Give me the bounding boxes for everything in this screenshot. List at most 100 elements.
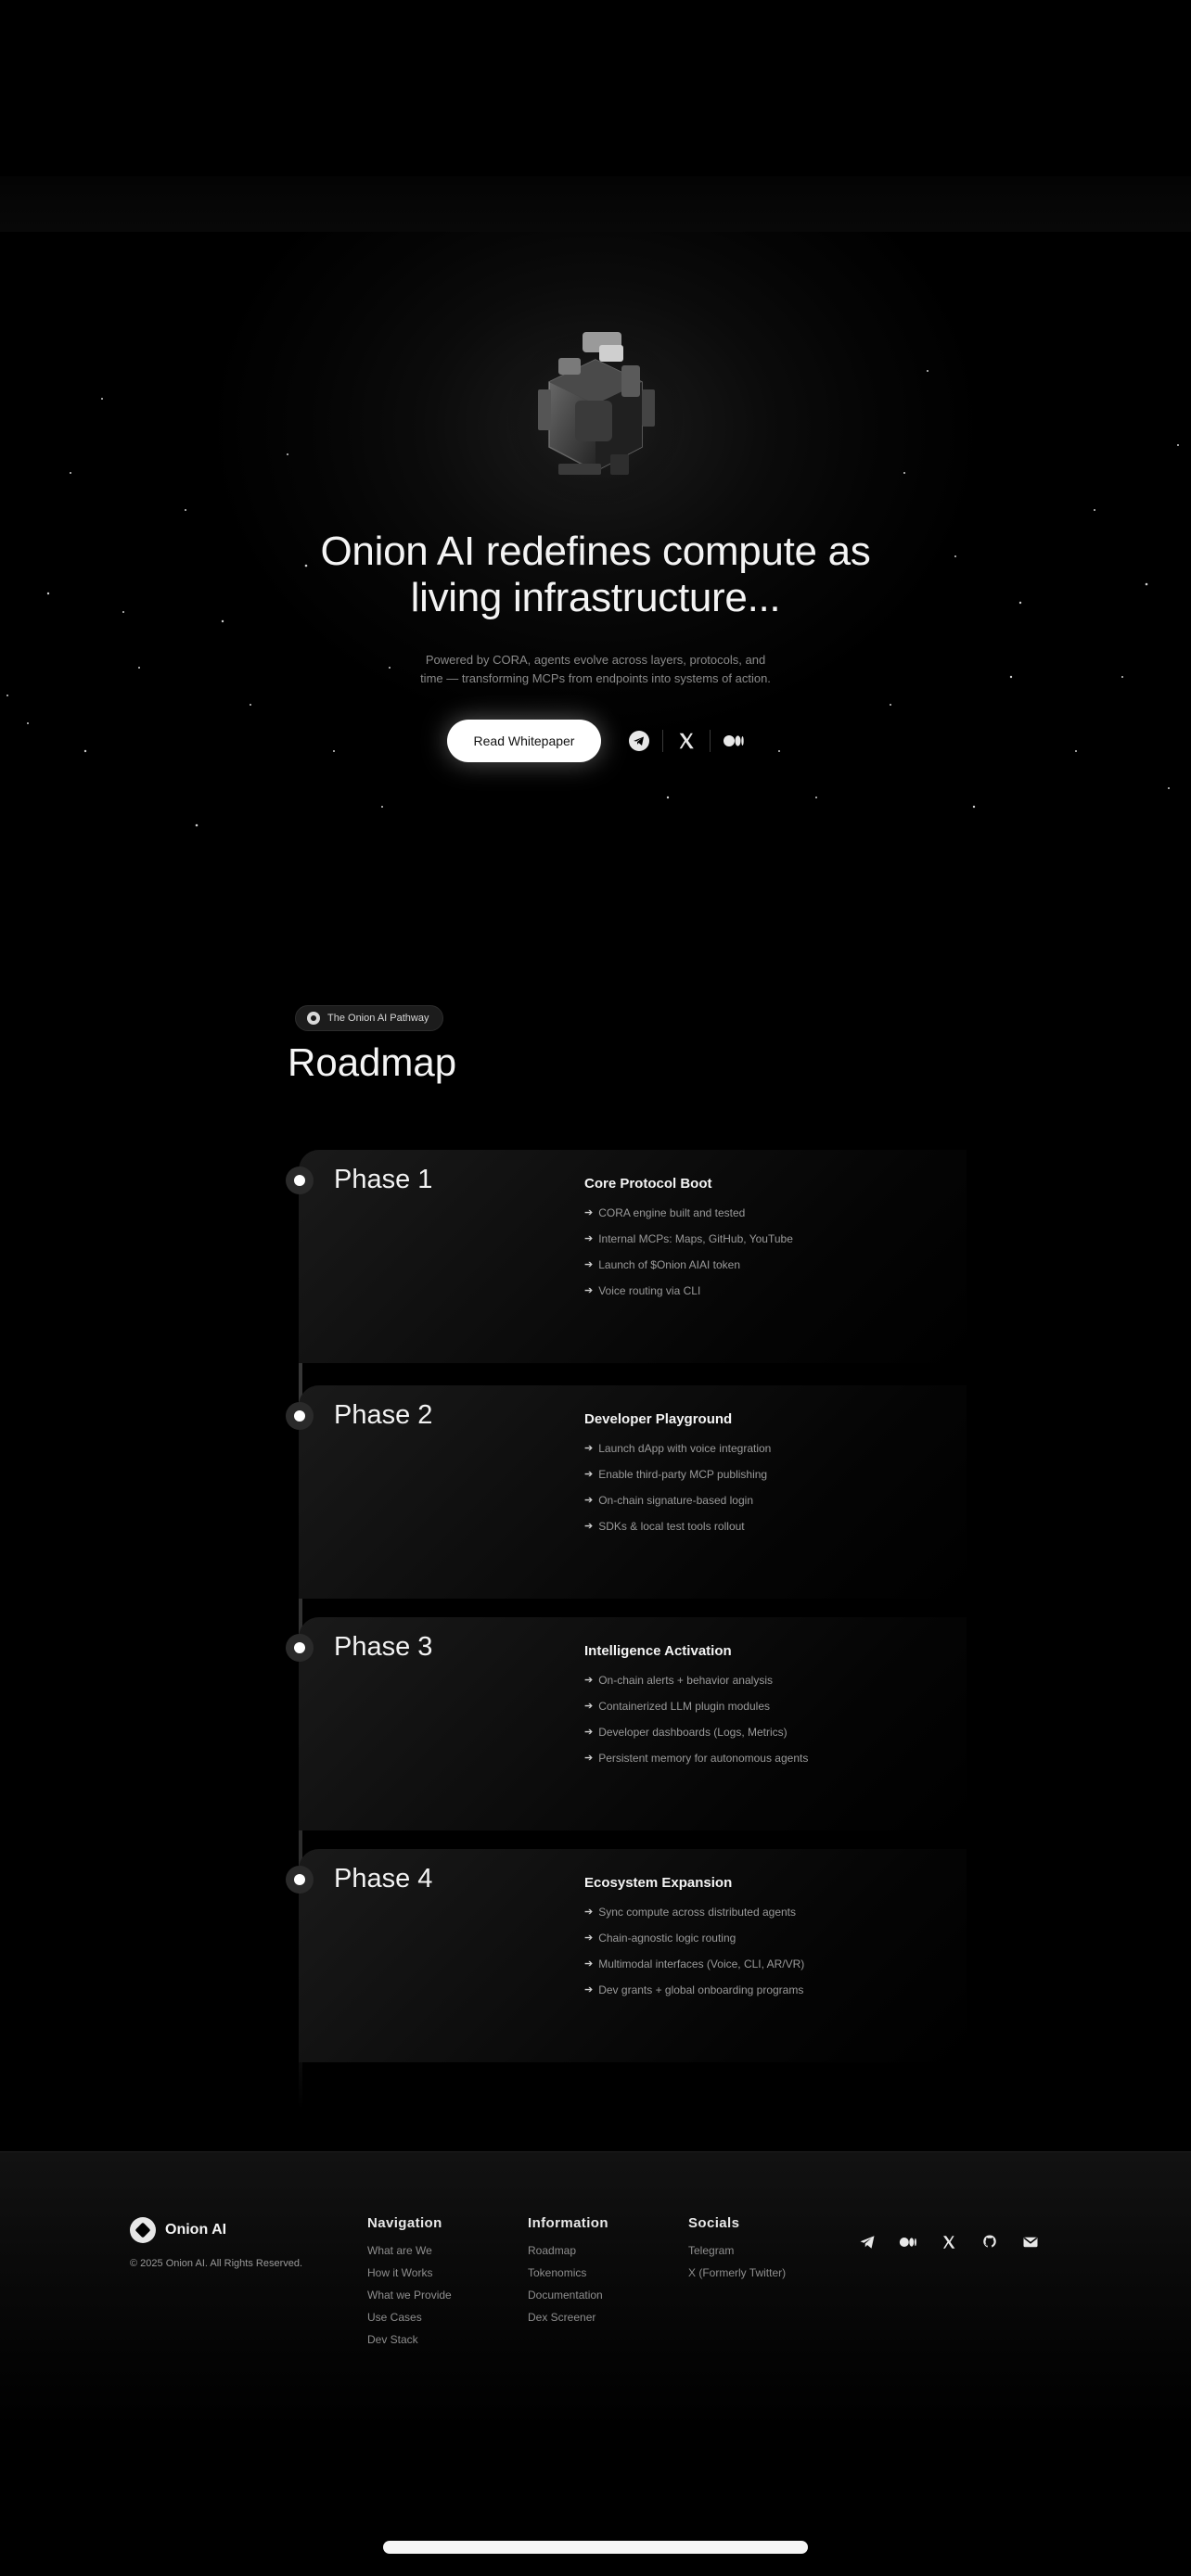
phase-item: ➔ Launch dApp with voice integration — [584, 1439, 771, 1465]
telegram-icon[interactable] — [625, 727, 653, 755]
footer-socials: Socials Telegram X (Formerly Twitter) — [688, 2215, 786, 2289]
phase-name: Phase 4 — [334, 1864, 433, 1894]
phase-items: ➔ Sync compute across distributed agents … — [584, 1903, 804, 2007]
arrow-icon: ➔ — [584, 1932, 594, 1944]
hero-subtitle-line-1: Powered by CORA, agents evolve across la… — [425, 653, 766, 667]
hero-social-links — [625, 727, 748, 755]
arrow-icon: ➔ — [584, 1521, 594, 1532]
hero-title-line-1: Onion AI redefines compute as — [320, 529, 871, 574]
footer-heading: Socials — [688, 2215, 740, 2231]
footer-link[interactable]: Dev Stack — [367, 2333, 452, 2355]
arrow-icon: ➔ — [584, 1495, 594, 1506]
pathway-pill: The Onion AI Pathway — [295, 1005, 443, 1031]
footer-brand-name: Onion AI — [165, 2222, 227, 2238]
divider — [710, 730, 711, 752]
phase-title: Ecosystem Expansion — [584, 1875, 733, 1891]
footer-link[interactable]: What we Provide — [367, 2289, 452, 2311]
footer-heading: Information — [528, 2215, 608, 2231]
arrow-icon: ➔ — [584, 1285, 594, 1296]
footer-link[interactable]: Use Cases — [367, 2311, 452, 2333]
arrow-icon: ➔ — [584, 1675, 594, 1686]
phase-item: ➔ Dev grants + global onboarding programs — [584, 1981, 804, 2007]
phase-item: ➔ Chain-agnostic logic routing — [584, 1929, 804, 1955]
phase-item: ➔ Developer dashboards (Logs, Metrics) — [584, 1723, 808, 1749]
arrow-icon: ➔ — [584, 1753, 594, 1764]
phase-card-4: Phase 4 Ecosystem Expansion ➔ Sync comput… — [286, 1849, 967, 2062]
phase-item: ➔ Sync compute across distributed agents — [584, 1903, 804, 1929]
phase-items: ➔ CORA engine built and tested ➔ Internal … — [584, 1204, 793, 1307]
arrow-icon: ➔ — [584, 1259, 594, 1270]
read-whitepaper-button[interactable]: Read Whitepaper — [447, 720, 601, 762]
arrow-icon: ➔ — [584, 1233, 594, 1244]
divider — [662, 730, 663, 752]
onion-logo-icon — [307, 1012, 320, 1025]
footer-navigation: Navigation What are We How it Works What… — [367, 2215, 452, 2355]
hero-title-line-2: living infrastructure... — [410, 575, 781, 620]
hero-section: Onion AI redefines compute as living inf… — [0, 232, 1191, 937]
phase-name: Phase 3 — [334, 1632, 433, 1662]
cube-logo-graphic — [505, 326, 686, 508]
phase-item: ➔ Voice routing via CLI — [584, 1282, 793, 1307]
hero-subtitle-line-2: time — transforming MCPs from endpoints … — [420, 671, 771, 685]
phase-item: ➔ Internal MCPs: Maps, GitHub, YouTube — [584, 1230, 793, 1256]
timeline-node — [286, 1866, 314, 1894]
phase-items: ➔ On-chain alerts + behavior analysis ➔ Co… — [584, 1671, 808, 1775]
arrow-icon: ➔ — [584, 1984, 594, 1996]
timeline-node — [286, 1167, 314, 1194]
mail-icon[interactable] — [1017, 2228, 1044, 2256]
telegram-icon[interactable] — [853, 2228, 881, 2256]
x-icon[interactable] — [935, 2228, 963, 2256]
phase-item: ➔ Multimodal interfaces (Voice, CLI, AR/V… — [584, 1955, 804, 1981]
arrow-icon: ➔ — [584, 1701, 594, 1712]
phase-items: ➔ Launch dApp with voice integration ➔ Ena… — [584, 1439, 771, 1543]
hero-title: Onion AI redefines compute as living inf… — [224, 529, 967, 621]
phase-title: Developer Playground — [584, 1411, 733, 1427]
footer: Onion AI © 2025 Onion AI. All Rights Res… — [0, 2151, 1191, 2429]
phase-item: ➔ Launch of $Onion AIAI token — [584, 1256, 793, 1282]
footer-brand[interactable]: Onion AI — [130, 2217, 226, 2243]
phase-item: ➔ SDKs & local test tools rollout — [584, 1517, 771, 1543]
timeline-node — [286, 1402, 314, 1430]
phase-item: ➔ CORA engine built and tested — [584, 1204, 793, 1230]
hero-subtitle: Powered by CORA, agents evolve across la… — [373, 651, 818, 688]
phase-item: ➔ Containerized LLM plugin modules — [584, 1697, 808, 1723]
x-icon[interactable] — [672, 727, 700, 755]
arrow-icon: ➔ — [584, 1469, 594, 1480]
footer-heading: Navigation — [367, 2215, 442, 2231]
timeline-node — [286, 1634, 314, 1662]
phase-item: ➔ On-chain signature-based login — [584, 1491, 771, 1517]
footer-link[interactable]: Tokenomics — [528, 2266, 608, 2289]
footer-link[interactable]: Documentation — [528, 2289, 608, 2311]
arrow-icon: ➔ — [584, 1443, 594, 1454]
medium-icon[interactable] — [720, 727, 748, 755]
footer-link[interactable]: Dex Screener — [528, 2311, 608, 2333]
arrow-icon: ➔ — [584, 1958, 594, 1970]
roadmap-title: Roadmap — [288, 1040, 457, 1084]
pathway-pill-label: The Onion AI Pathway — [327, 1013, 429, 1024]
footer-link[interactable]: Roadmap — [528, 2244, 608, 2266]
phase-card-3: Phase 3 Intelligence Activation ➔ On-chai… — [286, 1617, 967, 1830]
phase-item: ➔ On-chain alerts + behavior analysis — [584, 1671, 808, 1697]
footer-link[interactable]: How it Works — [367, 2266, 452, 2289]
arrow-icon: ➔ — [584, 1906, 594, 1918]
phase-item: ➔ Persistent memory for autonomous agents — [584, 1749, 808, 1775]
phase-title: Core Protocol Boot — [584, 1176, 712, 1192]
phase-card-2: Phase 2 Developer Playground ➔ Launch dAp… — [286, 1385, 967, 1599]
github-icon[interactable] — [976, 2228, 1004, 2256]
footer-information: Information Roadmap Tokenomics Documenta… — [528, 2215, 608, 2333]
footer-link[interactable]: Telegram — [688, 2244, 786, 2266]
top-fade — [0, 176, 1191, 232]
footer-link[interactable]: X (Formerly Twitter) — [688, 2266, 786, 2289]
phase-name: Phase 1 — [334, 1165, 433, 1194]
phase-title: Intelligence Activation — [584, 1643, 732, 1659]
arrow-icon: ➔ — [584, 1207, 594, 1218]
footer-social-icons — [853, 2228, 1044, 2256]
medium-icon[interactable] — [894, 2228, 922, 2256]
phase-item: ➔ Enable third-party MCP publishing — [584, 1465, 771, 1491]
phase-card-1: Phase 1 Core Protocol Boot ➔ CORA engine … — [286, 1150, 967, 1363]
footer-link[interactable]: What are We — [367, 2244, 452, 2266]
arrow-icon: ➔ — [584, 1727, 594, 1738]
home-indicator[interactable] — [383, 2541, 808, 2554]
copyright-text: © 2025 Onion AI. All Rights Reserved. — [130, 2258, 303, 2269]
onion-logo-icon — [130, 2217, 156, 2243]
